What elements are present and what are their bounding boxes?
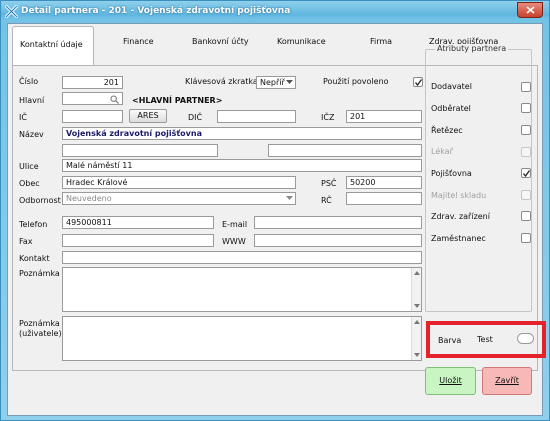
poznamka-textarea[interactable] [62, 267, 422, 312]
enabled-label: Použití povoleno [323, 77, 389, 86]
poznamka-user-textarea[interactable] [62, 316, 422, 361]
attr-retezec-checkbox[interactable] [521, 125, 531, 135]
attributes-group-title: Atributy partnera [435, 44, 509, 53]
tab-firma[interactable]: Firma [370, 37, 392, 46]
poznamka-scrollbar[interactable] [411, 268, 421, 311]
dic-field[interactable] [217, 110, 296, 123]
window-close-button[interactable] [517, 2, 543, 18]
obec-field[interactable]: Hradec Králové [62, 176, 296, 189]
poznamka-user-label-2: (uživatele) [19, 329, 62, 338]
scroll-up-icon[interactable] [413, 318, 421, 326]
color-value: Test [477, 335, 493, 344]
search-icon[interactable] [110, 95, 119, 104]
nazev3-field[interactable] [268, 144, 422, 157]
color-label: Barva [438, 336, 462, 345]
icz-label: IČZ [321, 113, 335, 122]
ares-button[interactable]: ARES [129, 109, 167, 123]
kontakt-label: Kontakt [19, 254, 50, 263]
attr-lekar-label: Lékař [431, 147, 453, 156]
email-label: E-mail [222, 220, 248, 229]
www-label: WWW [222, 237, 246, 246]
attr-pojistovna-checkbox[interactable] [521, 168, 531, 178]
email-field[interactable] [254, 216, 422, 229]
telefon-field[interactable]: 495000811 [62, 216, 214, 229]
attr-lekar-checkbox[interactable] [521, 147, 531, 157]
attr-odberatel-label: Odběratel [431, 104, 471, 113]
ulice-field[interactable]: Malé náměstí 11 [62, 159, 422, 172]
title-bar[interactable]: Detail partnera - 201 - Vojenská zdravot… [1, 1, 549, 23]
chevron-down-icon [286, 80, 293, 84]
odbornost-label: Odbornost [19, 196, 61, 205]
rc-label: RČ [321, 196, 332, 205]
attr-majitel-skladu-checkbox[interactable] [521, 190, 531, 200]
odbornost-value: Neuvedeno [66, 194, 112, 203]
icz-field[interactable]: 201 [346, 110, 422, 123]
ic-field[interactable] [62, 110, 123, 123]
cislo-label: Číslo [19, 77, 39, 86]
color-picker-toggle[interactable] [517, 333, 534, 344]
odbornost-combo[interactable]: Neuvedeno [62, 192, 296, 205]
hlavni-field[interactable] [62, 92, 123, 105]
attr-zdrav-zarizeni-checkbox[interactable] [521, 211, 531, 221]
attr-zamestnanec-label: Zaměstnanec [431, 234, 486, 243]
partner-detail-window: Detail partnera - 201 - Vojenská zdravot… [0, 0, 550, 421]
attr-retezec-label: Řetězec [431, 126, 463, 135]
hlavni-label: Hlavní [19, 96, 45, 105]
checkmark-icon [414, 79, 423, 87]
poznamka-label: Poznámka [19, 269, 60, 278]
scroll-down-icon[interactable] [413, 302, 421, 310]
attr-dodavatel-label: Dodavatel [431, 82, 472, 91]
scroll-down-icon[interactable] [413, 351, 421, 359]
save-button[interactable]: Uložit [425, 367, 476, 395]
close-icon [526, 6, 535, 14]
nazev-field[interactable]: Vojenská zdravotní pojišťovna [62, 127, 422, 140]
tab-bankovni-ucty[interactable]: Bankovní účty [192, 37, 249, 46]
shortcut-combo[interactable]: Nepříř [256, 76, 296, 89]
telefon-label: Telefon [19, 220, 48, 229]
close-button[interactable]: Zavřít [482, 367, 532, 395]
fax-label: Fax [19, 237, 33, 246]
attr-dodavatel-checkbox[interactable] [521, 82, 531, 92]
fax-field[interactable] [62, 234, 214, 247]
window-title: Detail partnera - 201 - Vojenská zdravot… [21, 6, 291, 16]
psc-label: PSČ [321, 179, 337, 188]
tab-label: Kontaktní údaje [20, 40, 83, 49]
scroll-up-icon[interactable] [413, 269, 421, 277]
poznamka-user-scrollbar[interactable] [411, 317, 421, 360]
attr-pojistovna-label: Pojišťovna [431, 169, 472, 178]
attr-odberatel-checkbox[interactable] [521, 103, 531, 113]
www-field[interactable] [254, 234, 422, 247]
rc-field[interactable] [346, 192, 422, 205]
ic-label: IČ [19, 113, 27, 122]
attr-zamestnanec-checkbox[interactable] [521, 233, 531, 243]
tab-kontaktni-udaje[interactable]: Kontaktní údaje [12, 26, 94, 66]
cislo-field[interactable]: 201 [62, 76, 123, 89]
attr-majitel-skladu-label: Majitel skladu [431, 191, 487, 200]
kontakt-field[interactable] [62, 251, 422, 264]
dic-label: DIČ [188, 113, 203, 122]
checkmark-icon [522, 170, 531, 178]
poznamka-user-label-1: Poznámka [19, 319, 60, 328]
ulice-label: Ulice [19, 162, 39, 171]
app-x-icon [5, 5, 18, 18]
main-partner-text: <HLAVNÍ PARTNER> [132, 96, 223, 105]
psc-field[interactable]: 50200 [346, 176, 422, 189]
obec-label: Obec [19, 179, 40, 188]
chevron-down-icon [286, 196, 293, 200]
shortcut-label: Klávesová zkratka [185, 77, 258, 86]
nazev-label: Název [19, 130, 44, 139]
attr-zdrav-zarizeni-label: Zdrav. zařízení [431, 212, 490, 221]
nazev2-field[interactable] [62, 144, 218, 157]
tab-finance[interactable]: Finance [123, 37, 154, 46]
tab-komunikace[interactable]: Komunikace [277, 37, 326, 46]
enabled-checkbox[interactable] [413, 77, 423, 87]
shortcut-value: Nepříř [260, 78, 285, 87]
